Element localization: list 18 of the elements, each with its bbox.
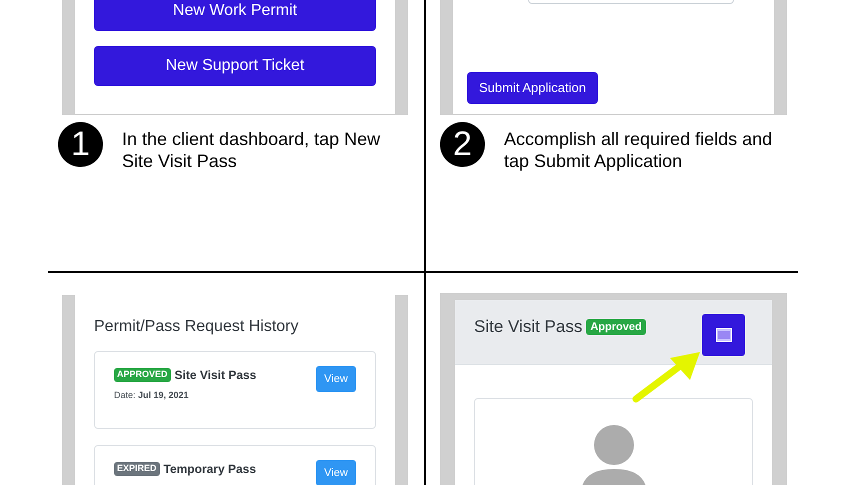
action-button[interactable]: New Support Ticket — [94, 46, 376, 86]
step-number: 1 — [58, 122, 103, 167]
pass-title: Site Visit Pass — [474, 316, 582, 338]
action-button[interactable]: New Work Permit — [94, 0, 376, 31]
barcode-icon — [716, 328, 732, 342]
status-badge: APPROVED — [114, 368, 171, 382]
submit-button[interactable]: Submit Application — [467, 72, 598, 104]
barcode-button[interactable] — [702, 314, 745, 356]
section-title: Permit/Pass Request History — [94, 317, 300, 337]
arrow-icon — [630, 350, 702, 405]
step-number: 2 — [440, 122, 485, 167]
status-badge: Approved — [586, 318, 646, 335]
request-name: Site Visit Pass — [174, 367, 256, 384]
step-instruction: In the client dashboard, tap New Site Visit Pass — [122, 128, 382, 172]
request-name: Temporary Pass — [164, 461, 256, 478]
step-instruction: Accomplish all required fields and tap Submit Application — [504, 128, 774, 172]
status-badge: EXPIRED — [114, 462, 160, 476]
request-date: Date: Jul 19, 2021 — [114, 389, 190, 402]
